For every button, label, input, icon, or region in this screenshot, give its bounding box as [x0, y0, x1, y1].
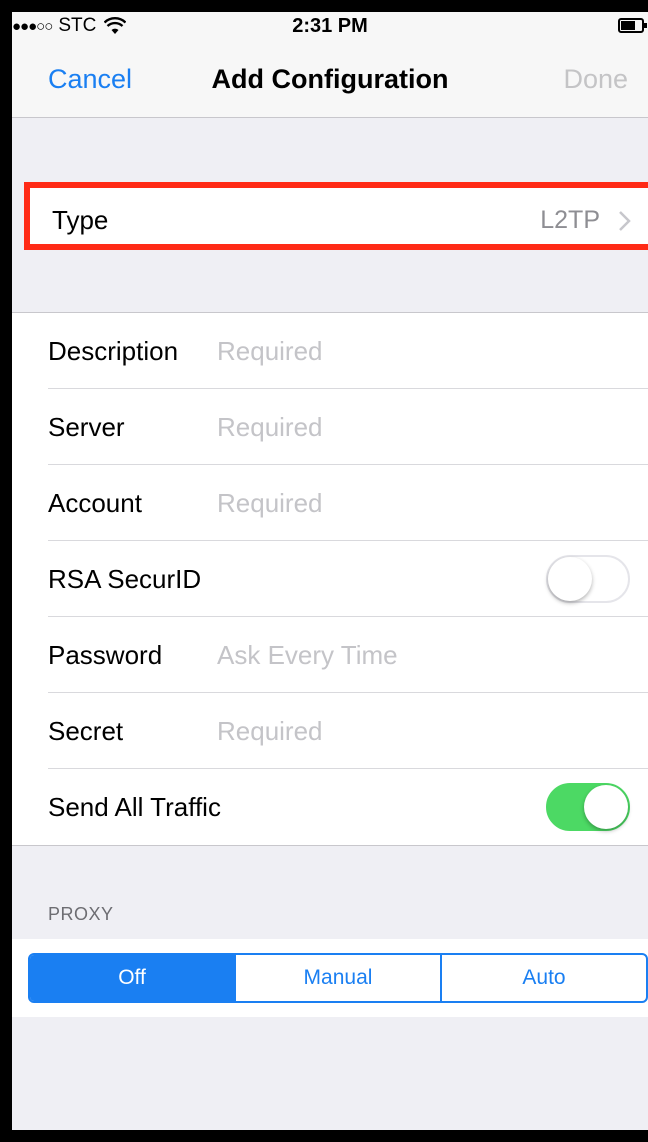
toggle-knob	[548, 557, 592, 601]
description-input[interactable]: Required	[217, 336, 323, 367]
send-all-traffic-toggle[interactable]	[546, 783, 630, 831]
rsa-securid-label: RSA SecurID	[48, 564, 202, 594]
send-all-traffic-row: Send All Traffic	[12, 769, 648, 845]
secret-row[interactable]: Secret Required	[12, 693, 648, 769]
rsa-securid-toggle[interactable]	[546, 555, 630, 603]
account-label: Account	[48, 488, 142, 518]
description-row[interactable]: Description Required	[12, 313, 648, 389]
rsa-securid-row: RSA SecurID	[12, 541, 648, 617]
secret-input[interactable]: Required	[217, 716, 323, 747]
type-label: Type	[52, 205, 109, 235]
status-bar: ●●●○○ STC 2:31 PM	[12, 12, 648, 40]
server-input[interactable]: Required	[217, 412, 323, 443]
type-value: L2TP	[540, 206, 600, 234]
phone-screen: ●●●○○ STC 2:31 PM Cancel Add Configurati…	[12, 12, 648, 1130]
type-row[interactable]: Type L2TP	[24, 182, 648, 250]
proxy-section-header: PROXY	[48, 904, 114, 924]
chevron-right-icon	[619, 211, 631, 231]
description-label: Description	[48, 336, 179, 366]
server-label: Server	[48, 412, 125, 442]
send-all-traffic-label: Send All Traffic	[48, 792, 221, 822]
server-row[interactable]: Server Required	[12, 389, 648, 465]
battery-icon	[618, 18, 647, 33]
status-time: 2:31 PM	[292, 15, 368, 37]
proxy-segmented-control: Off Manual Auto	[28, 953, 648, 1003]
password-input[interactable]: Ask Every Time	[217, 640, 398, 671]
navigation-bar: Cancel Add Configuration Done	[12, 40, 648, 118]
account-row[interactable]: Account Required	[12, 465, 648, 541]
secret-label: Secret	[48, 716, 124, 746]
account-input[interactable]: Required	[217, 488, 323, 519]
done-button[interactable]: Done	[563, 64, 628, 95]
toggle-knob	[584, 785, 628, 829]
vpn-settings-group: Description Required Server Required Acc…	[12, 312, 648, 846]
page-title: Add Configuration	[211, 64, 449, 94]
proxy-option-manual[interactable]: Manual	[234, 955, 440, 1001]
proxy-option-auto[interactable]: Auto	[440, 955, 646, 1001]
password-label: Password	[48, 640, 163, 670]
proxy-row: Off Manual Auto	[12, 939, 648, 1017]
proxy-option-off[interactable]: Off	[30, 955, 234, 1001]
password-row[interactable]: Password Ask Every Time	[12, 617, 648, 693]
